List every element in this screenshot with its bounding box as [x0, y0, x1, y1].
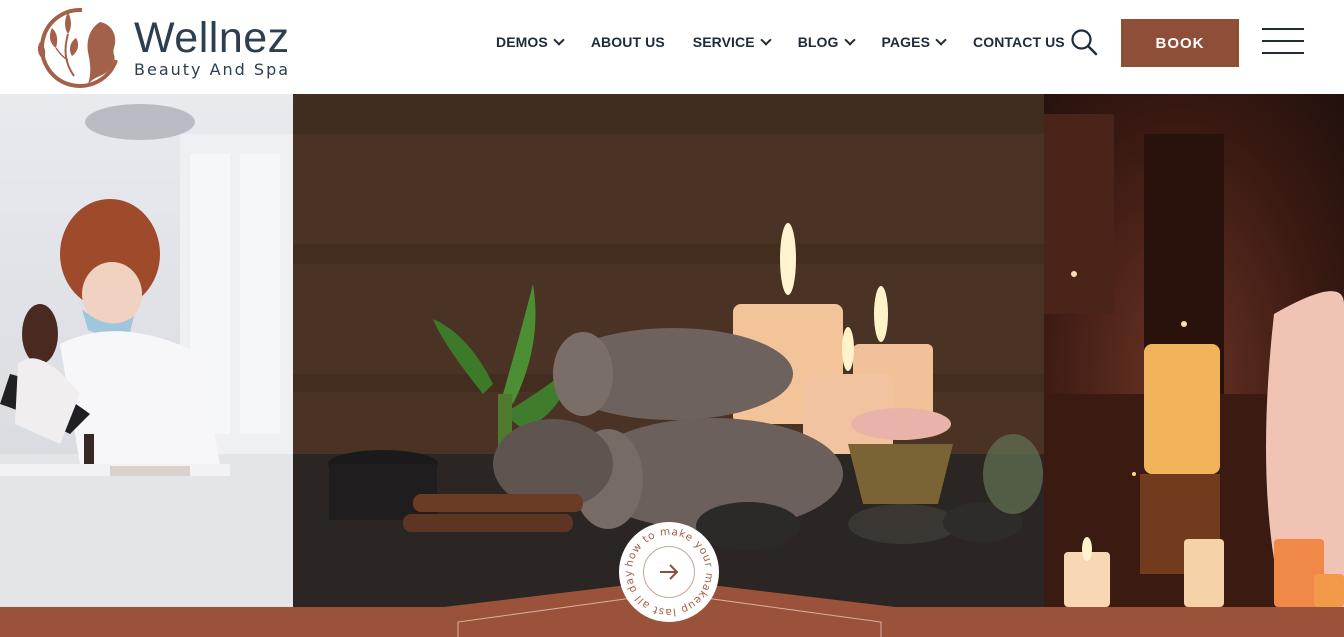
chevron-down-icon — [553, 33, 565, 46]
makeup-article-circle-link[interactable]: how to make your makeup last all day — [619, 522, 719, 622]
nav-item-service[interactable]: SERVICE — [692, 33, 772, 50]
hamburger-menu-button[interactable] — [1262, 28, 1304, 58]
book-button[interactable]: BOOK — [1121, 19, 1239, 67]
nav-item-about-us[interactable]: ABOUT US — [591, 34, 665, 50]
hamburger-line — [1262, 40, 1304, 42]
hero-image-spa-room — [1044, 94, 1344, 607]
logo[interactable]: Wellnez Beauty And Spa — [30, 2, 310, 90]
nav-item-pages[interactable]: PAGES — [881, 33, 947, 50]
nav-item-label: CONTACT US — [973, 34, 1065, 50]
nav-item-label: BLOG — [797, 34, 839, 50]
logo-leaf-face-icon — [37, 7, 118, 88]
nav-item-label: SERVICE — [692, 34, 755, 50]
hamburger-menu-icon — [1262, 28, 1304, 30]
hero-image-manicure — [0, 94, 293, 607]
arrow-button[interactable] — [643, 546, 695, 598]
site-header: Wellnez Beauty And Spa DEMOS ABOUT US SE… — [0, 0, 1344, 94]
search-button[interactable] — [1070, 28, 1098, 56]
chevron-down-icon — [843, 33, 856, 46]
manicure-scene-image — [0, 104, 293, 607]
nav-item-demos[interactable]: DEMOS — [496, 33, 565, 50]
nav-item-label: ABOUT US — [590, 34, 665, 50]
arrow-right-icon — [660, 564, 679, 580]
brand-tagline: Beauty And Spa — [134, 60, 291, 79]
nav-item-label: DEMOS — [496, 34, 548, 50]
spa-room-scene-image — [1044, 114, 1344, 607]
hamburger-line — [1262, 52, 1304, 54]
chevron-down-icon — [935, 33, 947, 46]
nav-item-label: PAGES — [881, 34, 931, 50]
nav-item-contact-us[interactable]: CONTACT US — [973, 34, 1065, 50]
search-icon — [1071, 29, 1098, 56]
brand-name: Wellnez — [134, 14, 290, 62]
main-nav: DEMOS ABOUT US SERVICE BLOG PAGES CONTAC… — [496, 30, 1065, 54]
chevron-down-icon — [760, 33, 772, 46]
nav-item-blog[interactable]: BLOG — [797, 33, 856, 50]
